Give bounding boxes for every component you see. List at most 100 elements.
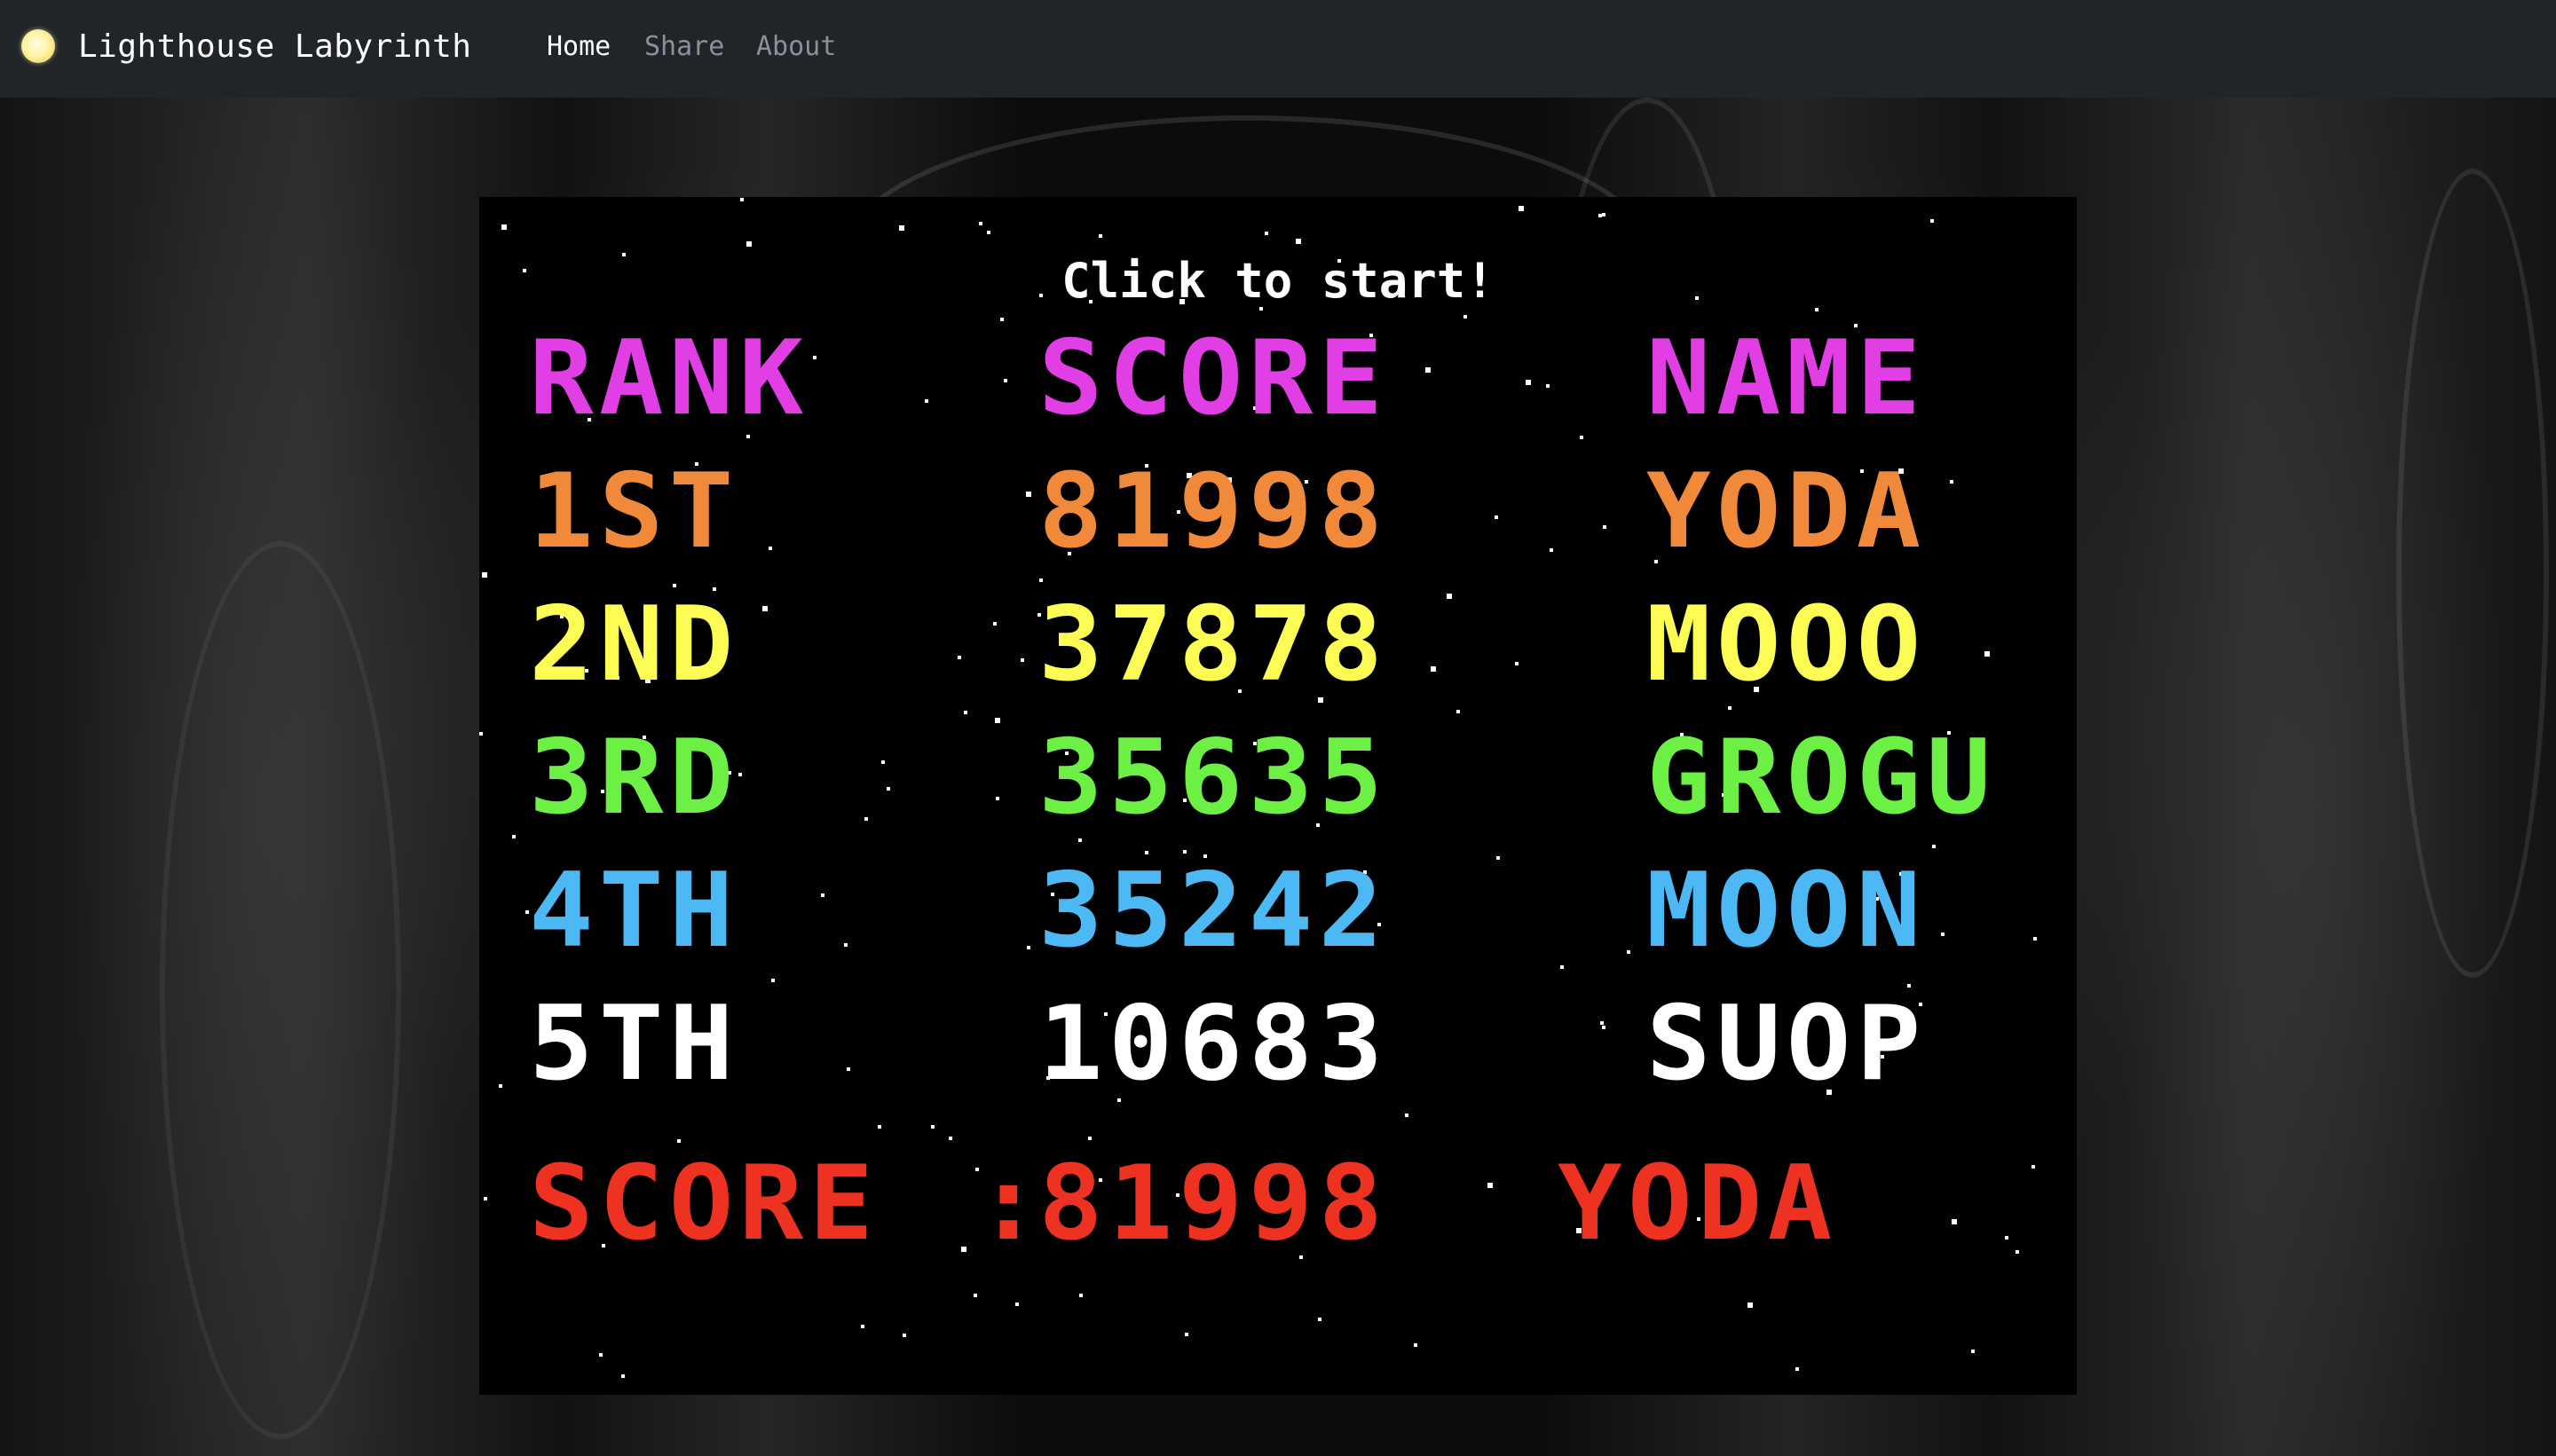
star bbox=[1602, 1026, 1605, 1029]
star bbox=[1971, 1350, 1975, 1353]
star bbox=[881, 760, 885, 764]
star bbox=[1602, 213, 1605, 216]
star bbox=[1984, 651, 1990, 657]
star bbox=[949, 1137, 952, 1140]
star bbox=[1795, 1367, 1799, 1371]
header-score: SCORE bbox=[1038, 319, 1389, 438]
start-prompt[interactable]: Click to start! bbox=[479, 250, 2077, 312]
score-5: 10683 bbox=[1038, 984, 1389, 1104]
header-name: NAME bbox=[1646, 319, 1927, 438]
star bbox=[1000, 318, 1004, 321]
star bbox=[974, 1294, 977, 1297]
score-3: 35635 bbox=[1038, 718, 1389, 838]
star bbox=[1405, 1114, 1408, 1117]
star bbox=[2016, 1250, 2019, 1254]
star bbox=[1456, 710, 1460, 713]
star bbox=[1027, 946, 1030, 949]
star bbox=[861, 1325, 864, 1328]
star bbox=[746, 241, 752, 247]
star bbox=[995, 718, 1000, 723]
star bbox=[903, 1334, 906, 1337]
star bbox=[1930, 219, 1934, 223]
star bbox=[1550, 548, 1553, 552]
star bbox=[996, 797, 999, 800]
star bbox=[979, 222, 982, 225]
star bbox=[1318, 1318, 1321, 1321]
header-rank: RANK bbox=[529, 319, 809, 438]
star bbox=[512, 835, 516, 838]
star bbox=[1728, 706, 1732, 710]
star bbox=[762, 606, 768, 611]
star bbox=[813, 356, 816, 359]
star bbox=[1519, 206, 1524, 211]
star bbox=[1600, 1021, 1604, 1025]
star bbox=[1265, 232, 1268, 235]
star bbox=[1580, 436, 1583, 439]
star bbox=[1447, 594, 1452, 599]
star bbox=[887, 787, 890, 791]
star bbox=[1560, 965, 1564, 969]
star bbox=[847, 1067, 850, 1071]
name-5: SUOP bbox=[1646, 984, 1927, 1104]
star bbox=[864, 817, 868, 821]
star bbox=[1941, 933, 1945, 936]
name-3: GROGU bbox=[1646, 718, 1997, 838]
star bbox=[677, 1139, 681, 1143]
star bbox=[1185, 1333, 1188, 1336]
nav-about-link[interactable]: About bbox=[756, 29, 836, 65]
star bbox=[1425, 367, 1431, 373]
nav-home-link[interactable]: Home bbox=[547, 29, 611, 65]
star bbox=[987, 231, 990, 234]
star bbox=[993, 622, 997, 626]
star bbox=[1099, 234, 1102, 238]
name-1: YODA bbox=[1646, 452, 1927, 571]
star bbox=[499, 1084, 502, 1088]
star bbox=[1496, 856, 1500, 860]
star bbox=[1526, 380, 1531, 385]
star bbox=[1015, 1303, 1019, 1306]
star bbox=[1026, 492, 1031, 497]
star bbox=[1950, 480, 1953, 484]
current-score-label: SCORE bbox=[529, 1144, 880, 1263]
star bbox=[2005, 1236, 2008, 1240]
star bbox=[1004, 379, 1007, 382]
star bbox=[1463, 315, 1467, 319]
star bbox=[1495, 516, 1498, 519]
score-1: 81998 bbox=[1038, 452, 1389, 571]
nav-share-link[interactable]: Share bbox=[644, 29, 724, 65]
star bbox=[1431, 666, 1436, 672]
rank-2: 2ND bbox=[529, 585, 739, 704]
score-2: 37878 bbox=[1038, 585, 1389, 704]
star bbox=[1487, 1183, 1493, 1188]
top-navbar: Lighthouse Labyrinth Home Share About bbox=[0, 0, 2556, 98]
star bbox=[821, 893, 824, 897]
star bbox=[479, 732, 483, 736]
star bbox=[1078, 838, 1082, 842]
star bbox=[1515, 662, 1519, 665]
star bbox=[844, 943, 848, 947]
rank-3: 3RD bbox=[529, 718, 739, 838]
rank-4: 4TH bbox=[529, 851, 739, 971]
star bbox=[482, 572, 487, 578]
star bbox=[1039, 578, 1043, 582]
app-title[interactable]: Lighthouse Labyrinth bbox=[78, 27, 471, 67]
star bbox=[1546, 384, 1550, 388]
star bbox=[1603, 525, 1606, 529]
star bbox=[899, 225, 904, 231]
star bbox=[769, 547, 772, 550]
star bbox=[1598, 214, 1602, 217]
star bbox=[931, 1125, 935, 1129]
star bbox=[1088, 1137, 1092, 1140]
star bbox=[484, 1197, 487, 1200]
star bbox=[1932, 845, 1936, 848]
star bbox=[964, 711, 967, 714]
star bbox=[1079, 1294, 1083, 1297]
current-score-separator: : bbox=[976, 1144, 1046, 1263]
star bbox=[958, 656, 961, 659]
current-player-name: YODA bbox=[1558, 1144, 1838, 1263]
rank-1: 1ST bbox=[529, 452, 739, 571]
star bbox=[2031, 1165, 2035, 1169]
lighthouse-light-icon[interactable] bbox=[21, 29, 55, 63]
game-canvas[interactable]: Click to start! RANK SCORE NAME 1ST 8199… bbox=[479, 197, 2077, 1395]
star bbox=[961, 1247, 966, 1252]
